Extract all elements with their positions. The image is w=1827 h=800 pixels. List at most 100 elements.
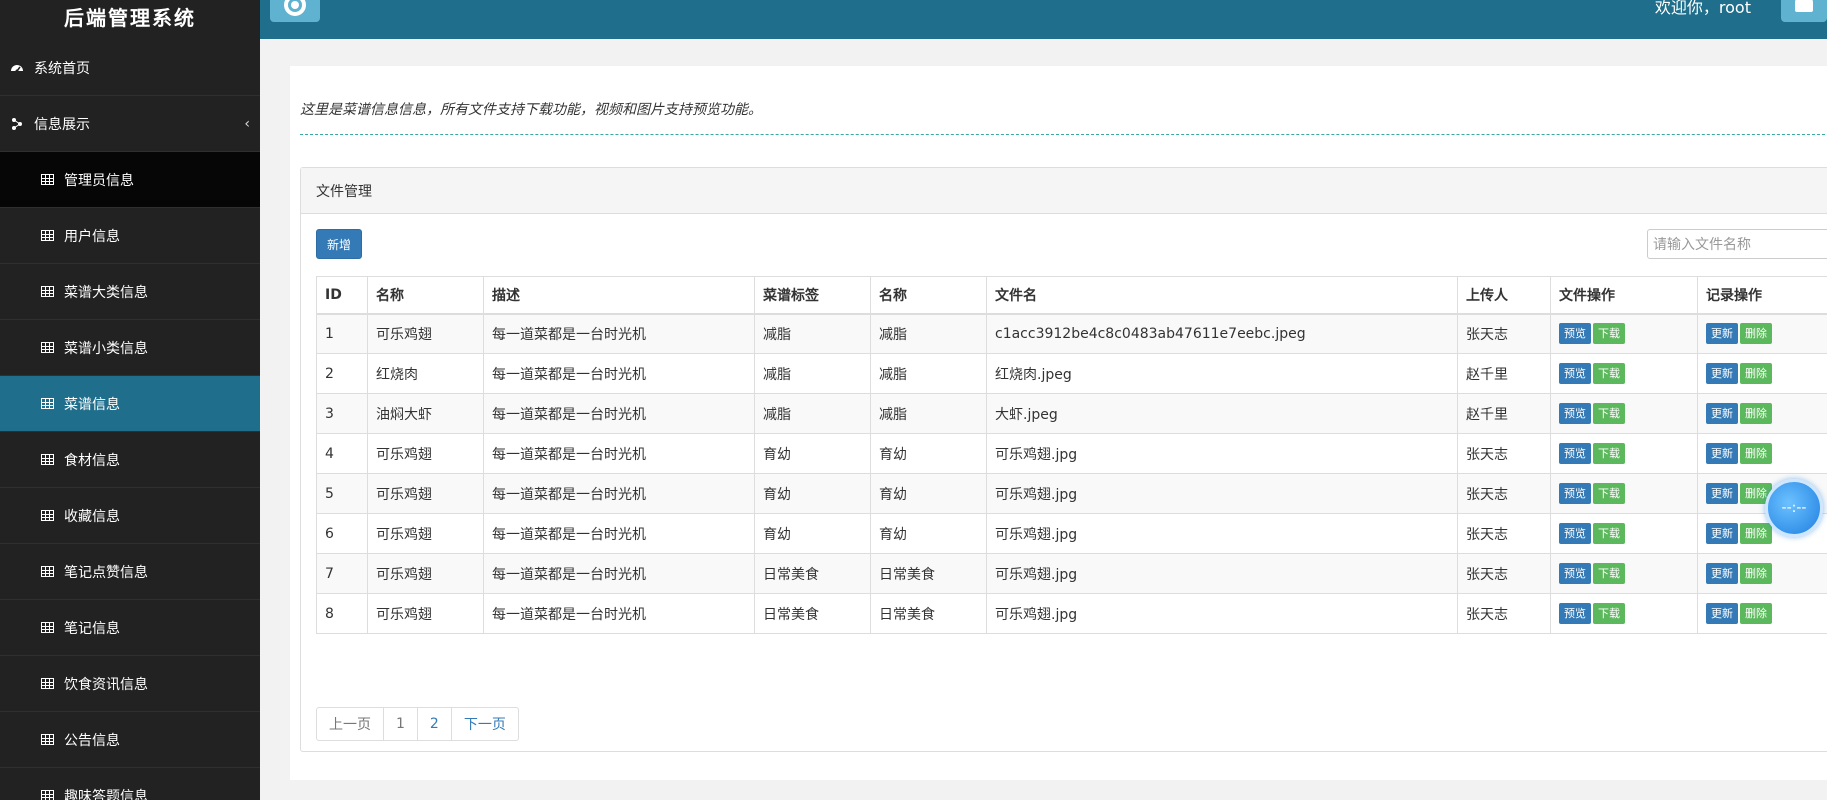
sidebar-item-note-likes[interactable]: 笔记点赞信息 xyxy=(0,544,260,600)
prev-page-button[interactable]: 上一页 xyxy=(316,707,384,741)
sidebar-item-announcements[interactable]: 公告信息 xyxy=(0,712,260,768)
download-button[interactable]: 下载 xyxy=(1593,363,1625,384)
update-button[interactable]: 更新 xyxy=(1706,563,1738,584)
sidebar: 后端管理系统 系统首页 信息展示 ‹ 管理员信息 用户信息 菜谱大类信息 菜谱小… xyxy=(0,0,260,800)
delete-button[interactable]: 删除 xyxy=(1740,403,1772,424)
intro-text: 这里是菜谱信息信息，所有文件支持下载功能，视频和图片支持预览功能。 xyxy=(300,102,762,118)
cell-uploader: 张天志 xyxy=(1457,593,1551,634)
preview-button[interactable]: 预览 xyxy=(1559,483,1591,504)
table-icon xyxy=(40,789,54,800)
floating-assistant-button[interactable]: --:-- xyxy=(1765,479,1823,537)
delete-button[interactable]: 删除 xyxy=(1740,603,1772,624)
preview-button[interactable]: 预览 xyxy=(1559,443,1591,464)
cell-name2: 减脂 xyxy=(870,313,987,354)
table-icon xyxy=(40,285,54,299)
cell-record-actions: 更新 删除 xyxy=(1697,313,1827,354)
sidebar-item-label: 饮食资讯信息 xyxy=(64,676,148,693)
sidebar-toggle-button[interactable] xyxy=(270,0,320,22)
update-button[interactable]: 更新 xyxy=(1706,483,1738,504)
cell-desc: 每一道菜都是一台时光机 xyxy=(483,473,755,514)
download-button[interactable]: 下载 xyxy=(1593,563,1625,584)
cell-id: 1 xyxy=(316,313,368,354)
page-1-button[interactable]: 1 xyxy=(383,707,418,741)
cell-tag: 育幼 xyxy=(754,513,871,554)
cell-name2: 育幼 xyxy=(870,513,987,554)
cell-desc: 每一道菜都是一台时光机 xyxy=(483,393,755,434)
table-icon xyxy=(40,509,54,523)
sidebar-item-recipe-subcategory[interactable]: 菜谱小类信息 xyxy=(0,320,260,376)
preview-button[interactable]: 预览 xyxy=(1559,523,1591,544)
next-page-button[interactable]: 下一页 xyxy=(450,707,519,741)
delete-button[interactable]: 删除 xyxy=(1740,323,1772,345)
cell-uploader: 张天志 xyxy=(1457,553,1551,594)
preview-button[interactable]: 预览 xyxy=(1559,603,1591,624)
cell-desc: 每一道菜都是一台时光机 xyxy=(483,353,755,394)
download-button[interactable]: 下载 xyxy=(1593,603,1625,624)
add-button[interactable]: 新增 xyxy=(316,229,362,259)
table-row: 3 油焖大虾 每一道菜都是一台时光机 减脂 减脂 大虾.jpeg 赵千里 预览 下载 更新 删除 xyxy=(316,393,1827,434)
sidebar-item-ingredient[interactable]: 食材信息 xyxy=(0,432,260,488)
cell-filename: 可乐鸡翅.jpg xyxy=(986,433,1458,474)
sidebar-item-recipe[interactable]: 菜谱信息 xyxy=(0,376,260,432)
update-button[interactable]: 更新 xyxy=(1706,523,1738,544)
cell-uploader: 张天志 xyxy=(1457,433,1551,474)
col-name2: 名称 xyxy=(870,276,987,315)
cell-name: 可乐鸡翅 xyxy=(367,313,484,354)
update-button[interactable]: 更新 xyxy=(1706,443,1738,464)
cell-id: 7 xyxy=(316,553,368,594)
cell-uploader: 赵千里 xyxy=(1457,393,1551,434)
download-button[interactable]: 下载 xyxy=(1593,523,1625,544)
download-button[interactable]: 下载 xyxy=(1593,323,1625,345)
update-button[interactable]: 更新 xyxy=(1706,363,1738,384)
user-menu-button[interactable] xyxy=(1781,0,1827,22)
cell-filename: 大虾.jpeg xyxy=(986,393,1458,434)
cell-file-actions: 预览 下载 xyxy=(1550,593,1698,634)
delete-button[interactable]: 删除 xyxy=(1740,363,1772,384)
cell-id: 4 xyxy=(316,433,368,474)
update-button[interactable]: 更新 xyxy=(1706,323,1738,345)
preview-button[interactable]: 预览 xyxy=(1559,563,1591,584)
delete-button[interactable]: 删除 xyxy=(1740,563,1772,584)
preview-button[interactable]: 预览 xyxy=(1559,363,1591,384)
sidebar-item-favorites[interactable]: 收藏信息 xyxy=(0,488,260,544)
sidebar-item-notes[interactable]: 笔记信息 xyxy=(0,600,260,656)
cell-file-actions: 预览 下载 xyxy=(1550,433,1698,474)
sidebar-item-diet-news[interactable]: 饮食资讯信息 xyxy=(0,656,260,712)
col-name: 名称 xyxy=(367,276,484,315)
update-button[interactable]: 更新 xyxy=(1706,603,1738,624)
cell-id: 5 xyxy=(316,473,368,514)
cell-uploader: 张天志 xyxy=(1457,313,1551,354)
cell-filename: 可乐鸡翅.jpg xyxy=(986,473,1458,514)
update-button[interactable]: 更新 xyxy=(1706,403,1738,424)
cell-name: 可乐鸡翅 xyxy=(367,513,484,554)
table-row: 6 可乐鸡翅 每一道菜都是一台时光机 育幼 育幼 可乐鸡翅.jpg 张天志 预览 下载 更新 删除 xyxy=(316,513,1827,554)
cell-name2: 减脂 xyxy=(870,353,987,394)
delete-button[interactable]: 删除 xyxy=(1740,523,1772,544)
table-icon xyxy=(40,341,54,355)
sidebar-item-info-display[interactable]: 信息展示 ‹ xyxy=(0,96,260,152)
col-filename: 文件名 xyxy=(986,276,1458,315)
search-input[interactable]: 请输入文件名称 xyxy=(1647,229,1827,259)
cell-uploader: 张天志 xyxy=(1457,513,1551,554)
cell-record-actions: 更新 删除 xyxy=(1697,593,1827,634)
sidebar-item-label: 系统首页 xyxy=(34,60,90,77)
cell-tag: 减脂 xyxy=(754,393,871,434)
cell-name2: 减脂 xyxy=(870,393,987,434)
delete-button[interactable]: 删除 xyxy=(1740,443,1772,464)
main-panel: 这里是菜谱信息信息，所有文件支持下载功能，视频和图片支持预览功能。 文件管理 新… xyxy=(290,66,1827,780)
preview-button[interactable]: 预览 xyxy=(1559,323,1591,345)
sidebar-item-quiz[interactable]: 趣味答题信息 xyxy=(0,768,260,800)
page-2-button[interactable]: 2 xyxy=(416,707,452,741)
download-button[interactable]: 下载 xyxy=(1593,443,1625,464)
download-button[interactable]: 下载 xyxy=(1593,483,1625,504)
top-header: 欢迎你，root xyxy=(260,0,1827,39)
download-button[interactable]: 下载 xyxy=(1593,403,1625,424)
cell-uploader: 张天志 xyxy=(1457,473,1551,514)
sidebar-item-admin[interactable]: 管理员信息 xyxy=(0,152,260,208)
sidebar-item-home[interactable]: 系统首页 xyxy=(0,40,260,96)
sidebar-item-recipe-category[interactable]: 菜谱大类信息 xyxy=(0,264,260,320)
sidebar-item-label: 食材信息 xyxy=(64,452,120,469)
sidebar-item-user[interactable]: 用户信息 xyxy=(0,208,260,264)
cluster-icon xyxy=(10,117,24,131)
preview-button[interactable]: 预览 xyxy=(1559,403,1591,424)
